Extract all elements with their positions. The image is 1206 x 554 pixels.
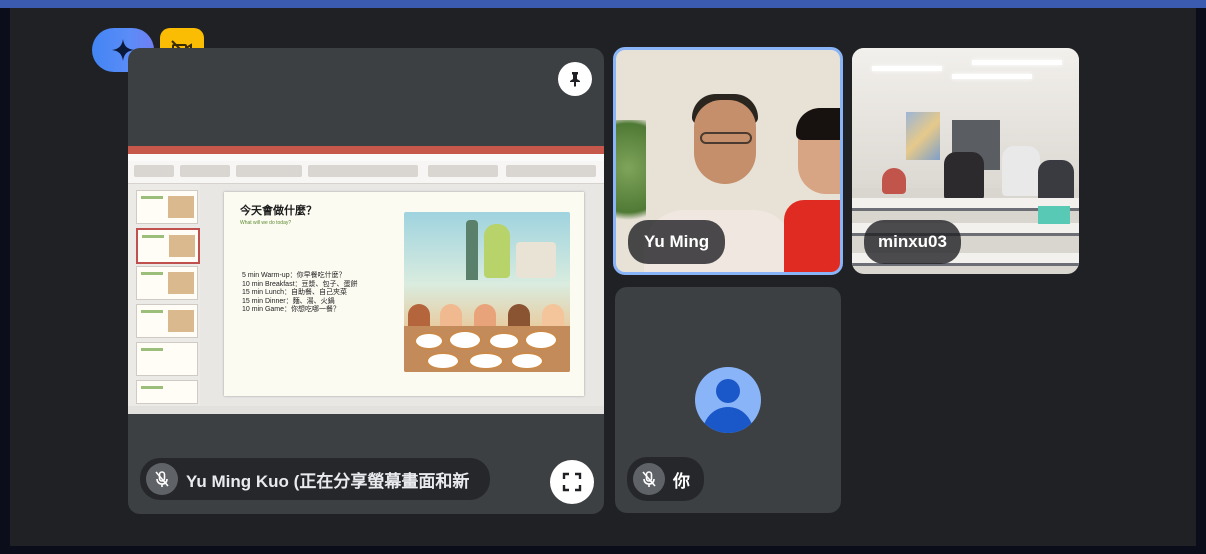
- mic-off-icon: [642, 471, 656, 487]
- slide-thumbnail: [136, 380, 198, 404]
- slide-thumbnail: [136, 190, 198, 224]
- participant-tile-minxu03[interactable]: minxu03: [852, 48, 1079, 274]
- pin-icon: [570, 72, 580, 87]
- slide-thumbnail-panel: [128, 184, 200, 406]
- participant-tile-self[interactable]: 你: [615, 287, 841, 513]
- slide-thumbnail: [136, 304, 198, 338]
- participant-name: Yu Ming: [644, 232, 710, 251]
- agenda-item: 10 min Game：你想吃哪一餐？: [242, 306, 341, 313]
- slide-thumbnail: [136, 228, 200, 264]
- powerpoint-statusbar: [128, 406, 604, 414]
- slide-illustration: [404, 212, 570, 372]
- person-icon: [695, 367, 761, 433]
- presenter-name: Yu Ming Kuo (正在分享螢幕畫面和新: [186, 471, 470, 491]
- participant-name: minxu03: [878, 232, 947, 251]
- participant-name: 你: [673, 471, 690, 491]
- presenter-name-pill: Yu Ming Kuo (正在分享螢幕畫面和新: [140, 458, 490, 500]
- participant-name-pill: Yu Ming: [628, 220, 726, 264]
- agenda-item: 5 min Warm-up：你早餐吃什麼？: [242, 272, 346, 279]
- mic-off-button[interactable]: [633, 463, 665, 495]
- powerpoint-menu: [128, 154, 604, 161]
- agenda-item: 15 min Lunch：自助餐、自己夾菜: [242, 289, 348, 296]
- pin-button[interactable]: [558, 62, 592, 96]
- shared-screen: 今天會做什麼？ What will we do today? 5 min War…: [128, 146, 604, 414]
- agenda-item: 10 min Breakfast：豆漿、包子、蛋餅: [242, 280, 358, 288]
- fullscreen-button[interactable]: [550, 460, 594, 504]
- mic-off-button[interactable]: [146, 463, 178, 495]
- top-accent-bar: [0, 0, 1206, 8]
- current-slide: 今天會做什麼？ What will we do today? 5 min War…: [224, 192, 584, 396]
- slide-thumbnail: [136, 342, 198, 376]
- participant-name-pill: minxu03: [864, 220, 961, 264]
- participant-name-pill: 你: [627, 457, 704, 501]
- mic-off-icon: [155, 471, 169, 487]
- slide-subtitle: What will we do today?: [240, 220, 292, 226]
- slide-thumbnail: [136, 266, 198, 300]
- fullscreen-icon: [562, 472, 582, 492]
- powerpoint-titlebar: [128, 146, 604, 154]
- slide-agenda: 5 min Warm-up：你早餐吃什麼？ 10 min Breakfast：豆…: [242, 272, 358, 315]
- presentation-tile[interactable]: 今天會做什麼？ What will we do today? 5 min War…: [128, 48, 604, 514]
- powerpoint-ribbon: [128, 161, 604, 184]
- participant-tile-yu-ming[interactable]: Yu Ming: [613, 47, 843, 275]
- slide-title: 今天會做什麼？: [240, 205, 317, 217]
- agenda-item: 15 min Dinner：麵、湯、火鍋: [242, 297, 335, 305]
